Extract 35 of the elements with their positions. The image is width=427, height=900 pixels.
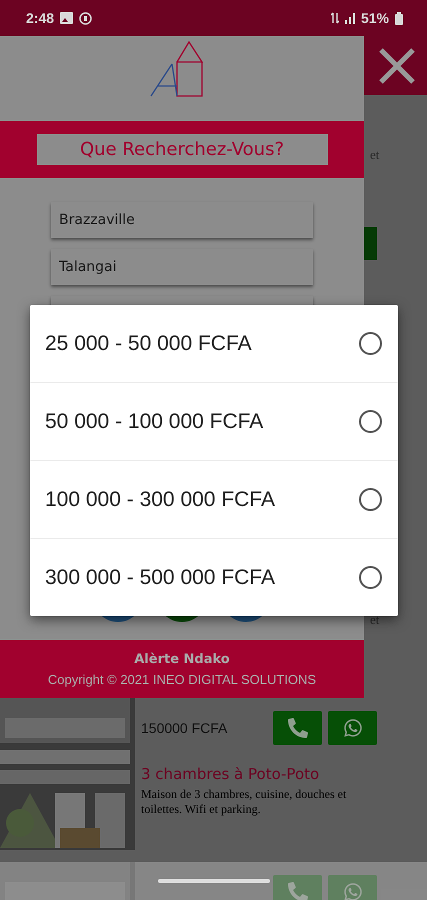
battery-icon	[395, 12, 403, 24]
phone-icon	[288, 882, 308, 900]
phone-icon	[288, 718, 308, 738]
whatsapp-icon	[342, 718, 362, 738]
option-label: 300 000 - 500 000 FCFA	[45, 566, 275, 590]
listing-price: 150000 FCFA	[141, 720, 228, 736]
option-label: 25 000 - 50 000 FCFA	[45, 332, 252, 356]
gallery-icon	[60, 12, 74, 24]
search-field[interactable]: Brazzaville	[51, 202, 313, 238]
signal-icon	[344, 12, 355, 24]
listing-title: 3 chambres à Poto-Poto	[141, 765, 320, 783]
radio-button[interactable]	[359, 410, 382, 433]
option-label: 100 000 - 300 000 FCFA	[45, 488, 275, 512]
home-handle[interactable]	[158, 879, 270, 883]
copyright-text: Copyright © 2021 INEO DIGITAL SOLUTIONS	[48, 672, 316, 686]
search-field[interactable]: Talangai	[51, 249, 313, 285]
status-time: 2:48	[26, 10, 54, 26]
radio-button[interactable]	[359, 566, 382, 589]
whatsapp-icon	[342, 882, 362, 900]
radio-button[interactable]	[359, 488, 382, 511]
price-option[interactable]: 50 000 - 100 000 FCFA	[30, 383, 398, 461]
brand-name: Alèrte Ndako	[134, 652, 230, 666]
battery-percent: 51%	[360, 10, 389, 26]
data-arrows-icon	[330, 12, 339, 24]
whatsapp-button[interactable]	[328, 711, 377, 745]
price-option[interactable]: 100 000 - 300 000 FCFA	[30, 461, 398, 539]
phone-button[interactable]	[273, 711, 322, 745]
price-option[interactable]: 25 000 - 50 000 FCFA	[30, 305, 398, 383]
close-icon[interactable]	[377, 46, 417, 86]
radio-button[interactable]	[359, 332, 382, 355]
option-label: 50 000 - 100 000 FCFA	[45, 410, 264, 434]
circle-b-icon	[79, 12, 92, 24]
search-heading: Que Recherchez-Vous?	[36, 134, 328, 165]
price-option[interactable]: 300 000 - 500 000 FCFA	[30, 539, 398, 616]
listing-description: Maison de 3 chambres, cuisine, douches et toilettes. Wifi et parking.	[141, 787, 348, 817]
